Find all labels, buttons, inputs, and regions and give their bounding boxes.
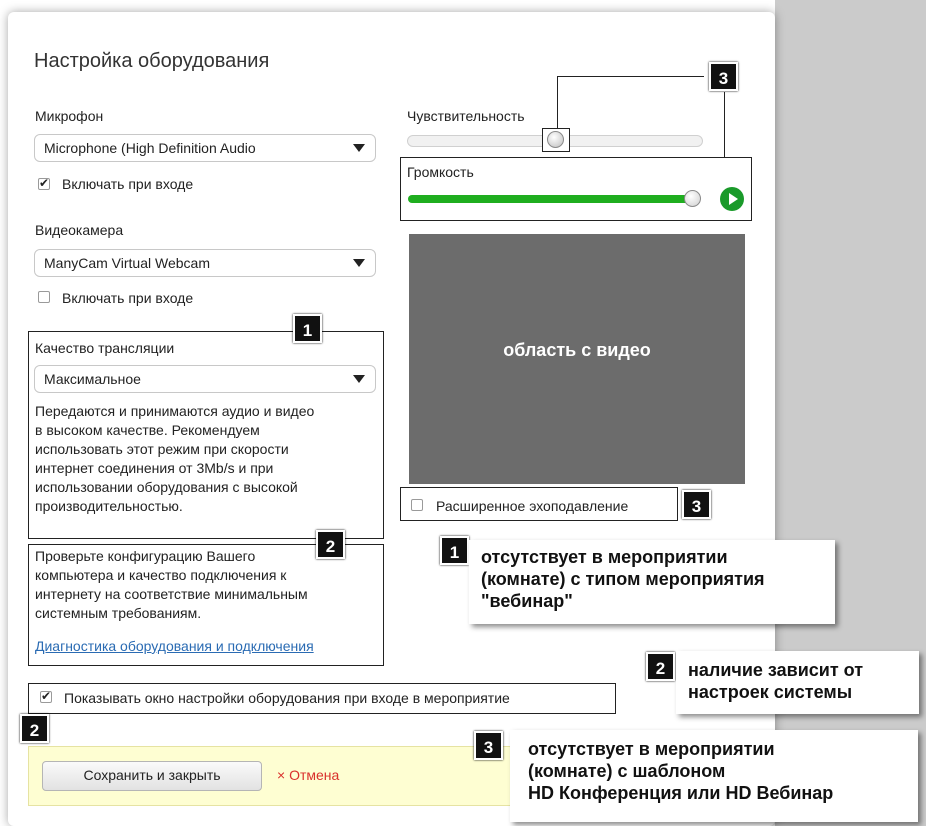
camera-select-value: ManyCam Virtual Webcam	[44, 255, 210, 271]
note-2: наличие зависит от настроек системы	[676, 651, 919, 714]
microphone-enable-checkbox[interactable]	[38, 176, 50, 190]
diagnostics-link[interactable]: Диагностика оборудования и подключения	[35, 638, 314, 654]
badge-2: 2	[20, 714, 49, 743]
show-on-entry-checkbox[interactable]	[40, 689, 52, 703]
badge-3: 3	[682, 490, 711, 519]
camera-enable-checkbox[interactable]	[38, 291, 50, 303]
badge-3: 3	[709, 62, 738, 91]
volume-slider[interactable]	[408, 195, 698, 203]
badge-1: 1	[440, 536, 469, 565]
microphone-select-value: Microphone (High Definition Audio	[44, 140, 256, 156]
badge-2: 2	[316, 530, 345, 559]
sensitivity-handle[interactable]	[547, 131, 564, 148]
chevron-down-icon	[353, 375, 365, 383]
note-3: отсутствует в мероприятии (комнате) с ша…	[510, 730, 918, 822]
microphone-enable-label: Включать при входе	[62, 176, 194, 192]
volume-label: Громкость	[407, 164, 474, 180]
badge-1: 1	[293, 314, 322, 343]
chevron-down-icon	[353, 259, 365, 267]
cancel-label: Отмена	[289, 767, 340, 783]
dialog-title: Настройка оборудования	[34, 50, 270, 72]
quality-label: Качество трансляции	[35, 340, 175, 356]
play-icon[interactable]	[720, 187, 744, 211]
chevron-down-icon	[353, 144, 365, 152]
connector-line	[557, 76, 558, 129]
connector-line	[724, 92, 725, 158]
badge-2: 2	[646, 652, 675, 681]
note-1: отсутствует в мероприятии (комнате) с ти…	[469, 540, 835, 624]
video-area-label: область с видео	[503, 340, 651, 360]
show-on-entry-label: Показывать окно настройки оборудования п…	[64, 690, 510, 706]
quality-description: Передаются и принимаются аудио и видео в…	[35, 403, 315, 514]
volume-handle[interactable]	[684, 190, 701, 207]
quality-select-value: Максимальное	[44, 371, 141, 387]
camera-select[interactable]: ManyCam Virtual Webcam	[34, 249, 376, 277]
close-icon: ×	[277, 767, 286, 783]
cancel-link[interactable]: × Отмена	[277, 767, 339, 783]
badge-3: 3	[474, 731, 503, 760]
camera-label: Видеокамера	[35, 222, 124, 238]
sensitivity-label: Чувствительность	[407, 108, 525, 124]
connector-line	[557, 76, 704, 77]
video-area: область с видео	[409, 234, 745, 484]
echo-checkbox[interactable]	[411, 499, 423, 511]
config-text: Проверьте конфигурацию Вашего компьютера…	[35, 548, 308, 621]
camera-enable-label: Включать при входе	[62, 290, 194, 306]
echo-label: Расширенное эхоподавление	[436, 498, 629, 514]
quality-select[interactable]: Максимальное	[34, 365, 376, 393]
save-close-button[interactable]: Сохранить и закрыть	[42, 761, 262, 791]
microphone-select[interactable]: Microphone (High Definition Audio	[34, 134, 376, 162]
microphone-label: Микрофон	[35, 108, 104, 124]
